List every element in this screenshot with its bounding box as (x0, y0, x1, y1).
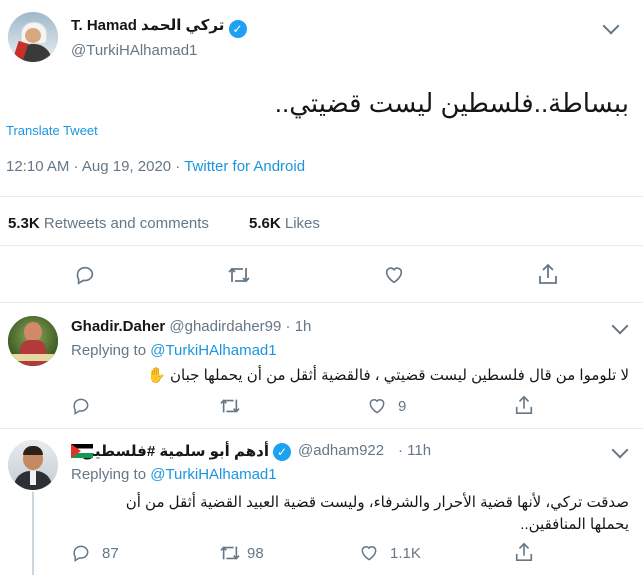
replying-to-label: Replying to (71, 342, 147, 359)
divider (0, 245, 643, 246)
reply-author-name[interactable]: أدهم أبو سلمية #فلسطين (81, 442, 269, 460)
retweet-icon[interactable] (227, 264, 251, 286)
avatar[interactable] (8, 316, 58, 366)
like-count: 1.1K (390, 545, 421, 562)
likes-count: 5.6K (249, 215, 281, 232)
verified-icon: ✓ (228, 20, 247, 38)
reply-age[interactable]: · 1h (286, 318, 312, 335)
verified-icon: ✓ (273, 443, 291, 461)
chevron-down-icon[interactable] (611, 441, 629, 459)
reply-author-name[interactable]: Ghadir.Daher (71, 318, 165, 335)
divider (0, 302, 643, 303)
author-name-en[interactable]: T. Hamad (71, 17, 137, 34)
heart-icon[interactable] (383, 264, 405, 286)
divider (0, 196, 643, 197)
reply-text-line1: صدقت تركي، لأنها قضية الأحرار والشرفاء، … (125, 494, 629, 511)
reply-author-handle[interactable]: @adham922 (298, 442, 384, 459)
like-count: 9 (398, 398, 407, 415)
retweet-count: 98 (247, 545, 264, 562)
reply-icon[interactable] (71, 396, 91, 416)
heart-icon[interactable] (359, 543, 379, 563)
retweets-label: Retweets and comments (43, 215, 209, 232)
avatar[interactable] (8, 12, 58, 62)
likes-label: Likes (284, 215, 320, 232)
replying-to-handle[interactable]: @TurkiHAlhamad1 (150, 342, 276, 359)
reply-icon[interactable] (74, 264, 96, 286)
chevron-down-icon[interactable] (611, 317, 629, 335)
replying-to-handle[interactable]: @TurkiHAlhamad1 (150, 466, 276, 483)
palestine-flag-icon (71, 444, 93, 458)
retweets-stat[interactable]: 5.3K Retweets and comments (8, 215, 209, 232)
author-name-ar[interactable]: تركي الحمد (141, 17, 224, 34)
comment-count: 87 (102, 545, 119, 562)
share-icon[interactable] (514, 394, 534, 416)
divider (0, 428, 643, 429)
reply-icon[interactable] (71, 543, 91, 563)
chevron-down-icon[interactable] (602, 17, 620, 35)
translate-tweet-link[interactable]: Translate Tweet (6, 123, 98, 138)
thread-line (32, 492, 34, 575)
hand-emoji: ✋ (147, 367, 166, 384)
avatar[interactable] (8, 440, 58, 490)
retweets-count: 5.3K (8, 215, 40, 232)
reply-age[interactable]: · 11h (398, 442, 431, 459)
reply-author-handle[interactable]: @ghadirdaher99 (169, 318, 281, 335)
likes-stat[interactable]: 5.6K Likes (249, 215, 320, 232)
share-icon[interactable] (514, 541, 534, 563)
author-handle[interactable]: @TurkiHAlhamad1 (71, 42, 197, 59)
reply-text: لا تلوموا من قال فلسطين ليست قضيتي ، فال… (170, 367, 629, 384)
retweet-icon[interactable] (219, 543, 241, 563)
tweet-text: ببساطة..فلسطين ليست قضيتي.. (274, 88, 629, 118)
retweet-icon[interactable] (219, 396, 241, 416)
replying-to-label: Replying to (71, 466, 147, 483)
tweet-source[interactable]: Twitter for Android (184, 158, 305, 175)
tweet-timestamp[interactable]: 12:10 AM · Aug 19, 2020 · (6, 158, 184, 175)
share-icon[interactable] (537, 262, 559, 286)
heart-icon[interactable] (367, 396, 387, 416)
reply-text-line2: يحملها المنافقين.. (520, 516, 629, 533)
